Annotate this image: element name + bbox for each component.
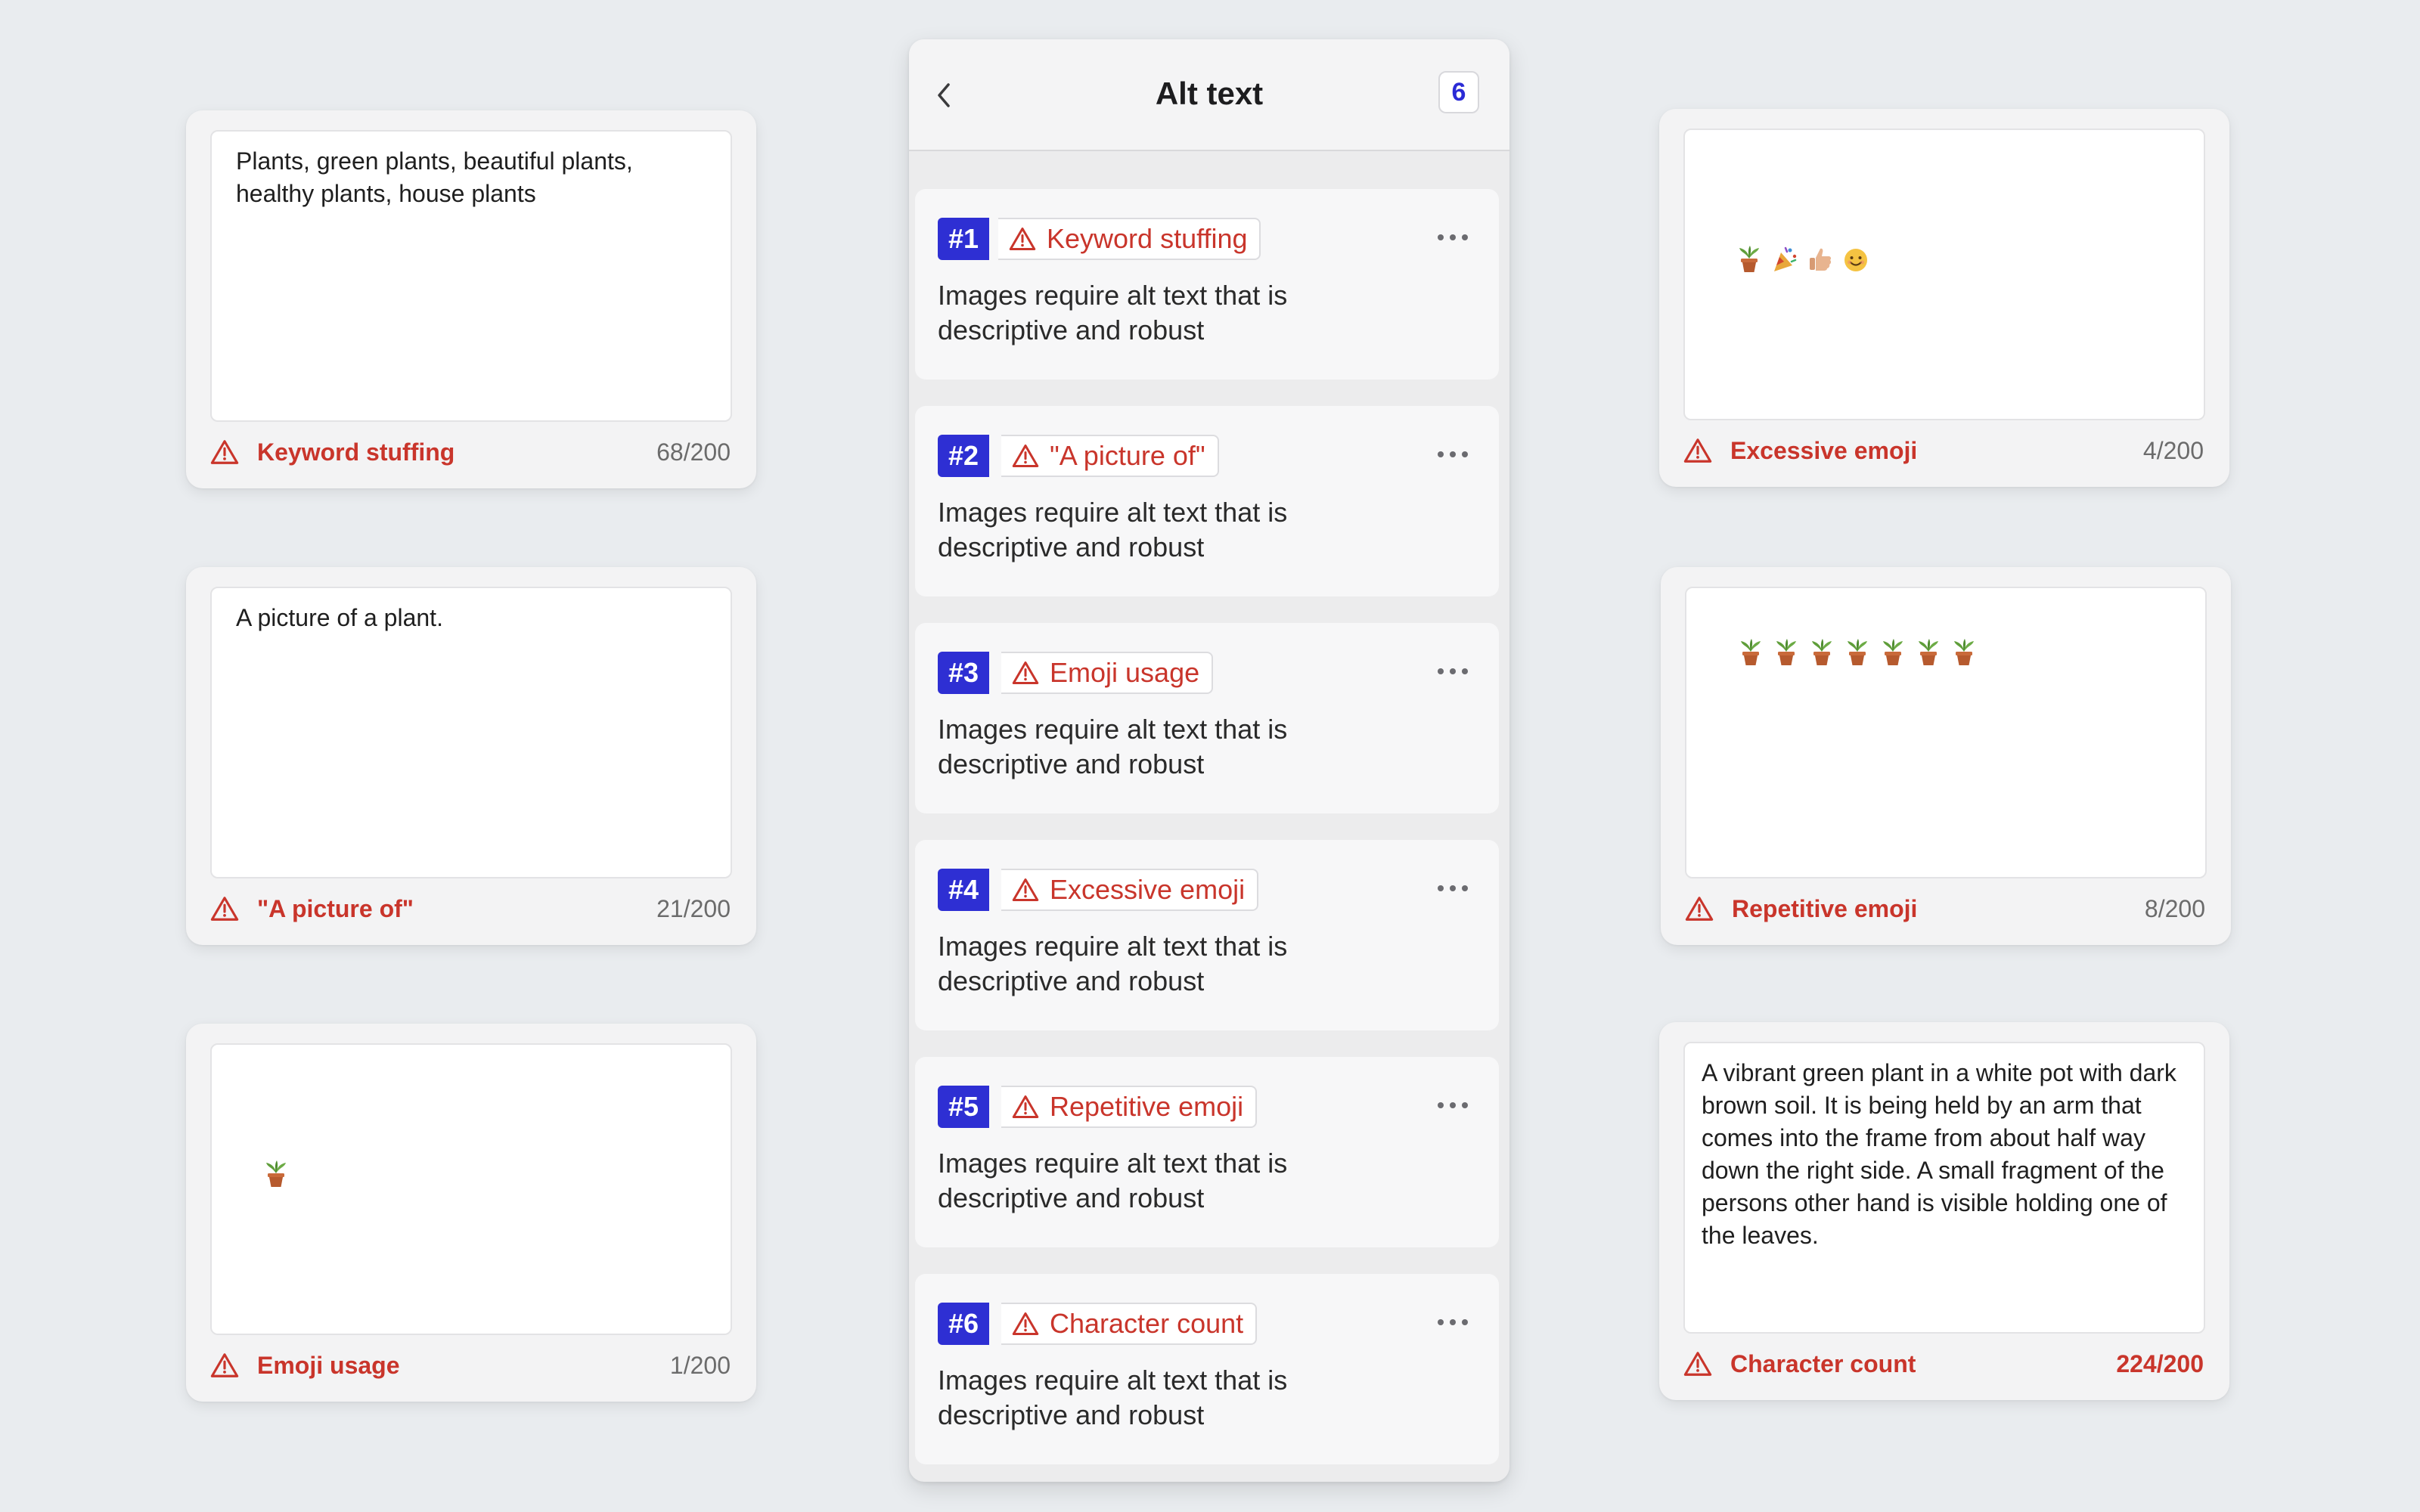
issue-tag: "A picture of" — [1001, 435, 1219, 477]
more-options-icon[interactable] — [1434, 1307, 1472, 1337]
potted-plant-emoji-icon — [1738, 638, 1764, 667]
alt-text-card-character-count: A vibrant green plant in a white pot wit… — [1659, 1022, 2229, 1400]
potted-plant-emoji-icon — [1844, 638, 1870, 667]
issue-tag: Repetitive emoji — [1001, 1086, 1258, 1128]
warning-label: Keyword stuffing — [257, 438, 455, 466]
alt-text-card-excessive-emoji: Excessive emoji 4/200 — [1659, 109, 2229, 487]
panel-title: Alt text — [1155, 76, 1264, 111]
character-counter: 21/200 — [656, 894, 731, 922]
warning-label: Character count — [1730, 1349, 1916, 1377]
alt-text-input[interactable] — [1683, 129, 2205, 420]
warning-icon — [1683, 1352, 1712, 1376]
card-footer: Emoji usage 1/200 — [210, 1350, 731, 1380]
warning-icon — [1012, 662, 1039, 684]
alt-text-card-keyword-stuffing: Plants, green plants, beautiful plants, … — [186, 110, 756, 488]
issue-label: Excessive emoji — [1050, 874, 1246, 905]
alt-text-input[interactable]: Plants, green plants, beautiful plants, … — [210, 130, 732, 422]
card-footer: Keyword stuffing 68/200 — [210, 437, 731, 467]
more-options-icon[interactable] — [1434, 656, 1472, 686]
issue-count-badge: 6 — [1438, 71, 1479, 113]
issue-description: Images require alt text that is descript… — [938, 280, 1288, 345]
issue-item[interactable]: #1 Keyword stuffing Images require alt t… — [915, 189, 1499, 380]
warning-icon — [210, 440, 239, 464]
potted-plant-emoji-icon — [1916, 638, 1941, 667]
issue-item[interactable]: #3 Emoji usage Images require alt text t… — [915, 623, 1499, 813]
warning-label: Emoji usage — [257, 1351, 400, 1379]
more-options-icon[interactable] — [1434, 222, 1472, 253]
issue-item[interactable]: #4 Excessive emoji Images require alt te… — [915, 840, 1499, 1030]
character-counter: 68/200 — [656, 438, 731, 466]
warning-icon — [210, 897, 239, 921]
issue-number-badge: #2 — [938, 435, 990, 477]
issue-label: "A picture of" — [1050, 440, 1205, 471]
warning-icon — [210, 1353, 239, 1377]
smiling-face-emoji-icon — [1843, 180, 1869, 271]
potted-plant-emoji-icon — [263, 1095, 289, 1187]
character-counter: 224/200 — [2116, 1349, 2204, 1377]
warning-icon — [1009, 228, 1036, 250]
warning-icon — [1012, 1312, 1039, 1335]
alt-text-input[interactable] — [1685, 587, 2207, 878]
issue-description: Images require alt text that is descript… — [938, 497, 1288, 562]
character-counter: 4/200 — [2142, 436, 2204, 464]
alt-text-input[interactable] — [210, 1043, 732, 1335]
issue-tag: Excessive emoji — [1001, 869, 1259, 911]
more-options-icon[interactable] — [1434, 1090, 1472, 1120]
issue-description: Images require alt text that is descript… — [938, 931, 1288, 996]
issue-tag: Emoji usage — [1001, 652, 1214, 694]
alt-text-panel: Alt text 6 #1 Keyword stuffing Images re… — [909, 39, 1509, 1482]
issue-tag: Character count — [1001, 1303, 1258, 1345]
alt-text-card-repetitive-emoji: Repetitive emoji 8/200 — [1661, 567, 2231, 945]
issue-number-badge: #3 — [938, 652, 990, 694]
panel-header: Alt text 6 — [909, 39, 1509, 151]
alt-text-input[interactable]: A picture of a plant. — [210, 587, 732, 878]
issue-number-badge: #6 — [938, 1303, 990, 1345]
party-popper-emoji-icon — [1772, 180, 1798, 271]
issue-tag: Keyword stuffing — [998, 218, 1261, 260]
character-counter: 1/200 — [669, 1351, 731, 1379]
issue-description: Images require alt text that is descript… — [938, 1148, 1288, 1213]
alt-text-card-emoji-usage: Emoji usage 1/200 — [186, 1024, 756, 1402]
more-options-icon[interactable] — [1434, 873, 1472, 903]
card-footer: "A picture of" 21/200 — [210, 894, 731, 924]
more-options-icon[interactable] — [1434, 439, 1472, 469]
issue-description: Images require alt text that is descript… — [938, 714, 1288, 779]
issue-label: Repetitive emoji — [1050, 1091, 1244, 1122]
issue-number-badge: #4 — [938, 869, 990, 911]
issue-item[interactable]: #2 "A picture of" Images require alt tex… — [915, 406, 1499, 596]
warning-icon — [1685, 897, 1714, 921]
warning-icon — [1012, 878, 1039, 901]
issue-label: Emoji usage — [1050, 657, 1200, 688]
warning-icon — [1683, 438, 1712, 463]
alt-text-input[interactable]: A vibrant green plant in a white pot wit… — [1683, 1042, 2205, 1334]
issue-item[interactable]: #5 Repetitive emoji Images require alt t… — [915, 1057, 1499, 1247]
card-footer: Repetitive emoji 8/200 — [1685, 894, 2205, 924]
issue-label: Keyword stuffing — [1047, 223, 1248, 254]
warning-label: Repetitive emoji — [1732, 894, 1918, 922]
warning-icon — [1012, 445, 1039, 467]
card-footer: Character count 224/200 — [1683, 1349, 2204, 1379]
issue-number-badge: #5 — [938, 1086, 990, 1128]
warning-label: Excessive emoji — [1730, 436, 1918, 464]
potted-plant-emoji-icon — [1773, 638, 1799, 667]
alt-text-card-a-picture-of: A picture of a plant. "A picture of" 21/… — [186, 567, 756, 945]
issue-description: Images require alt text that is descript… — [938, 1365, 1288, 1430]
card-footer: Excessive emoji 4/200 — [1683, 435, 2204, 466]
warning-icon — [1012, 1095, 1039, 1118]
issue-item[interactable]: #6 Character count Images require alt te… — [915, 1274, 1499, 1464]
potted-plant-emoji-icon — [1880, 638, 1906, 667]
potted-plant-emoji-icon — [1809, 638, 1835, 667]
character-counter: 8/200 — [2144, 894, 2205, 922]
issue-label: Character count — [1050, 1308, 1244, 1339]
warning-label: "A picture of" — [257, 894, 414, 922]
thumbs-up-emoji-icon — [1807, 180, 1833, 271]
issue-number-badge: #1 — [938, 218, 990, 260]
potted-plant-emoji-icon — [1736, 180, 1762, 272]
potted-plant-emoji-icon — [1951, 638, 1977, 667]
